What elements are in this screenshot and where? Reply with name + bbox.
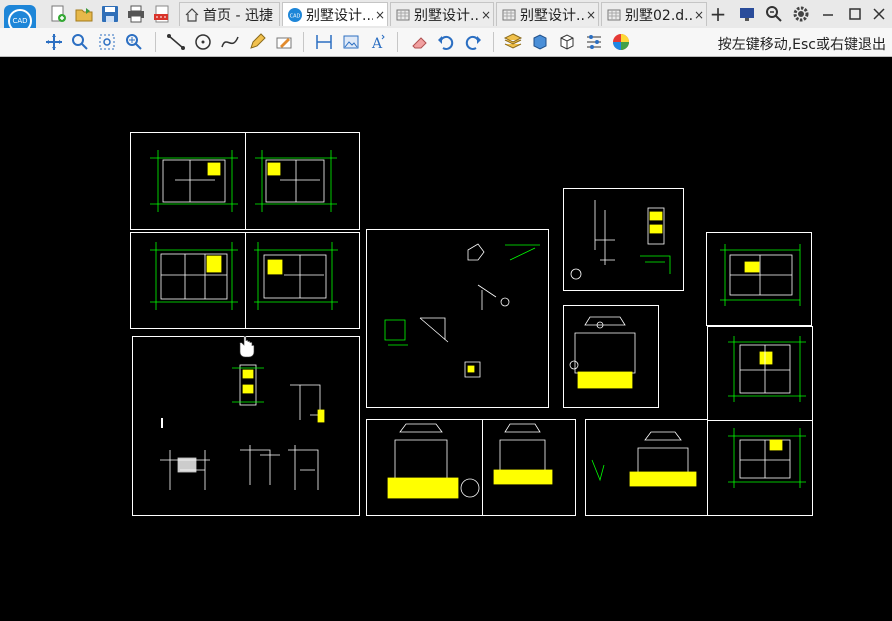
properties-icon[interactable]	[584, 32, 604, 52]
tab-label: 别墅设计...	[414, 7, 479, 24]
drawing-canvas[interactable]	[0, 56, 892, 617]
tab-close-icon[interactable]: ×	[692, 8, 706, 22]
minimize-icon[interactable]	[818, 4, 838, 24]
sheet-frame	[585, 419, 708, 516]
drawing-icon	[607, 9, 621, 20]
section-detail-group	[160, 364, 325, 490]
view-cube-icon[interactable]	[557, 32, 577, 52]
print-icon[interactable]	[126, 4, 146, 24]
svg-text:CAD: CAD	[290, 13, 301, 19]
sheet-frame	[706, 232, 812, 326]
markup-icon[interactable]	[274, 32, 294, 52]
toolbar-separator	[397, 32, 398, 52]
tab-label: 别墅02.d...	[625, 7, 692, 24]
tab-close-icon[interactable]: ×	[584, 8, 598, 22]
eraser-icon[interactable]	[409, 32, 429, 52]
cad-drawing	[130, 132, 813, 516]
line-tool-icon[interactable]	[166, 32, 186, 52]
layers-icon[interactable]	[503, 32, 523, 52]
svg-text:A: A	[371, 36, 383, 52]
export-pdf-icon[interactable]	[152, 4, 172, 24]
close-window-icon[interactable]	[869, 4, 889, 24]
measure-icon[interactable]	[314, 32, 334, 52]
tab-close-icon[interactable]: ×	[373, 8, 387, 22]
open-folder-icon[interactable]	[74, 4, 94, 24]
tab-label: 首页 - 迅捷	[203, 7, 273, 24]
tab-label: 别墅设计...	[306, 7, 373, 24]
node-detail-group	[384, 243, 540, 378]
sheet-frame	[132, 336, 360, 516]
hand-cursor	[239, 335, 255, 358]
text-tool-icon[interactable]: A	[368, 32, 388, 52]
save-icon[interactable]	[100, 4, 120, 24]
display-mode-icon[interactable]	[737, 4, 757, 24]
undo-icon[interactable]	[436, 32, 456, 52]
zoom-extents-icon[interactable]	[124, 32, 144, 52]
image-insert-icon[interactable]	[341, 32, 361, 52]
redo-icon[interactable]	[463, 32, 483, 52]
drawing-icon	[396, 9, 410, 20]
right-plan-group	[720, 244, 806, 488]
tab-close-icon[interactable]: ×	[479, 8, 493, 22]
toolbar-separator	[303, 32, 304, 52]
new-tab-button[interactable]: +	[709, 2, 727, 26]
status-hint: 按左键移动,Esc或右键退出	[717, 37, 886, 53]
sheet-frame	[366, 419, 576, 516]
tab-home[interactable]: 首页 - 迅捷	[179, 2, 280, 26]
toolbar-separator	[493, 32, 494, 52]
tab-row: CAD 首页 - 迅捷 CAD 别墅设计... × 别墅设计... × 别墅设计…	[0, 0, 892, 37]
toolbar-separator	[155, 32, 156, 52]
circle-tool-icon[interactable]	[193, 32, 213, 52]
stair-detail-group	[570, 200, 671, 280]
new-file-icon[interactable]	[48, 4, 68, 24]
zoom-window-icon[interactable]	[97, 32, 117, 52]
drawing-icon	[502, 9, 516, 20]
home-icon	[185, 7, 199, 22]
tab-drawing-2[interactable]: 别墅设计... ×	[390, 2, 494, 26]
sheet-frame	[563, 188, 684, 291]
settings-gear-icon[interactable]	[791, 4, 811, 24]
application-header: CAD 首页 - 迅捷 CAD 别墅设计... × 别墅设计... × 别墅设计…	[0, 0, 892, 57]
curve-tool-icon[interactable]	[220, 32, 240, 52]
sheet-frame	[707, 326, 813, 421]
sheet-frame	[707, 420, 813, 516]
3d-box-icon[interactable]	[530, 32, 550, 52]
drawing-toolbar: A 按左键移动,Esc或右键退出	[0, 28, 892, 57]
pencil-icon[interactable]	[247, 32, 267, 52]
color-palette-icon[interactable]	[611, 32, 631, 52]
pan-move-icon[interactable]	[44, 32, 64, 52]
sheet-frame	[366, 229, 549, 408]
tab-drawing-4[interactable]: 别墅02.d... ×	[601, 2, 707, 26]
tab-drawing-3[interactable]: 别墅设计... ×	[496, 2, 599, 26]
maximize-icon[interactable]	[845, 4, 865, 24]
tab-label: 别墅设计...	[520, 7, 584, 24]
zoom-tool-icon[interactable]	[764, 4, 784, 24]
cad-file-icon: CAD	[288, 7, 302, 22]
zoom-realtime-icon[interactable]	[70, 32, 90, 52]
tab-drawing-1[interactable]: CAD 别墅设计... ×	[282, 2, 388, 26]
sheet-frame	[563, 305, 659, 408]
